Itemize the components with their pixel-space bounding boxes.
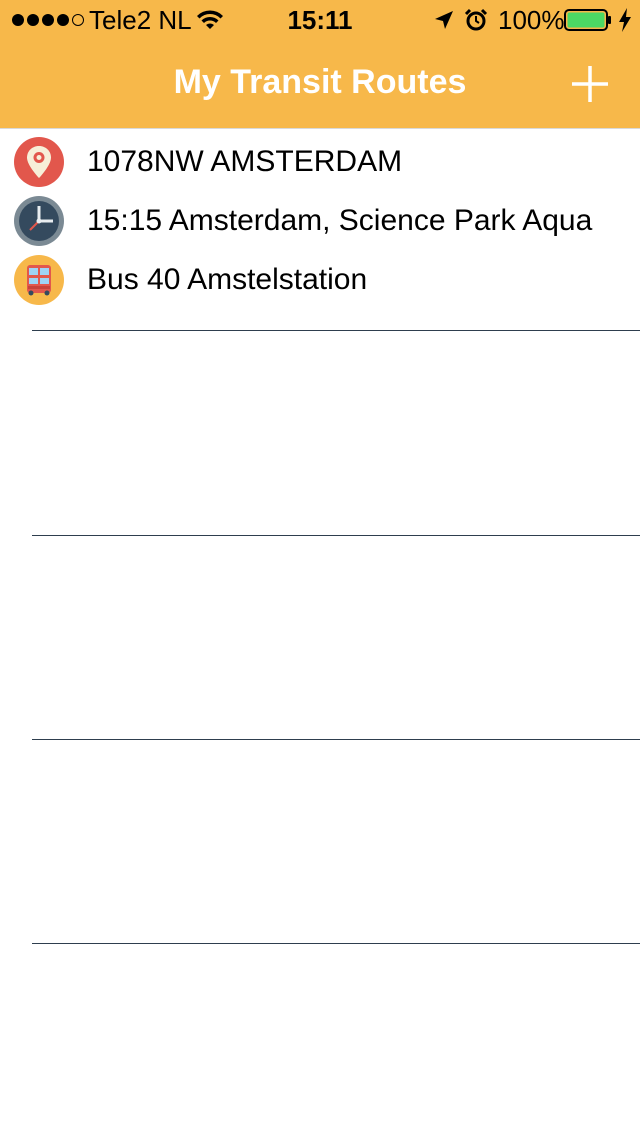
route-divider <box>32 535 640 536</box>
add-route-button[interactable] <box>568 62 612 106</box>
location-arrow-icon <box>435 11 453 29</box>
clock-icon <box>14 196 64 246</box>
route-departure-label: 15:15 Amsterdam, Science Park Aqua <box>87 204 593 237</box>
status-bar: Tele2 NL 15:11 100% <box>0 0 640 40</box>
page-title: My Transit Routes <box>173 63 467 101</box>
route-bus-label: Bus 40 Amstelstation <box>87 263 368 296</box>
charging-bolt-icon <box>619 8 631 32</box>
route-divider <box>32 739 640 740</box>
route-divider <box>32 330 640 331</box>
route-origin-label: 1078NW AMSTERDAM <box>87 145 403 178</box>
battery-percentage: 100% <box>498 5 565 35</box>
route-bus-row[interactable]: Bus 40 Amstelstation <box>0 254 640 312</box>
alarm-clock-icon <box>464 8 488 31</box>
route-departure-row[interactable]: 15:15 Amsterdam, Science Park Aqua <box>0 195 640 253</box>
route-origin-row[interactable]: 1078NW AMSTERDAM <box>0 136 640 194</box>
route-divider <box>32 943 640 944</box>
app-header: Tele2 NL 15:11 100% My Transit Routes <box>0 0 640 129</box>
battery-icon <box>564 9 611 31</box>
bus-icon <box>14 255 64 305</box>
location-pin-icon <box>14 137 64 187</box>
